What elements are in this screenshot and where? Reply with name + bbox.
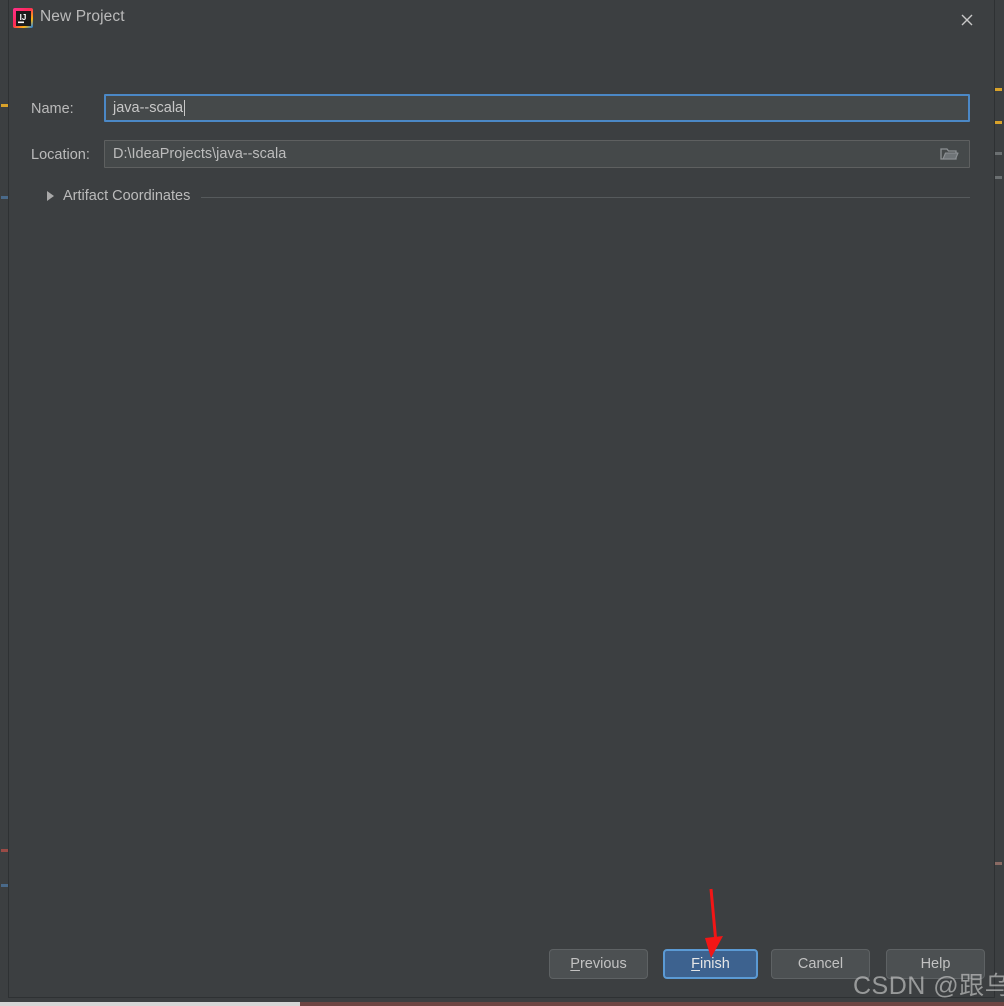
artifact-coordinates-label: Artifact Coordinates <box>63 188 191 204</box>
editor-marker <box>995 152 1002 155</box>
ide-bottom-light <box>0 1002 300 1006</box>
previous-button[interactable]: Previous <box>549 949 648 979</box>
ide-left-strip <box>0 0 9 1006</box>
help-button[interactable]: Help <box>886 949 985 979</box>
artifact-coordinates-section[interactable]: Artifact Coordinates <box>31 185 970 207</box>
svg-text:IJ: IJ <box>20 13 27 22</box>
chevron-right-icon <box>47 191 54 201</box>
editor-marker <box>995 176 1002 179</box>
editor-marker <box>995 121 1002 124</box>
location-label: Location: <box>31 147 90 163</box>
finish-mnemonic: F <box>691 956 701 972</box>
project-name-value: java--scala <box>113 100 184 116</box>
previous-mnemonic: P <box>570 956 580 972</box>
cancel-button-label: Cancel <box>797 956 844 972</box>
ide-bottom-strip <box>0 997 1004 1006</box>
project-location-value: D:\IdeaProjects\java--scala <box>113 146 287 162</box>
editor-marker <box>1 849 8 852</box>
editor-marker <box>1 196 8 199</box>
help-button-label: Help <box>920 956 951 972</box>
editor-marker <box>1 104 8 107</box>
ide-bottom-accent <box>300 1002 1004 1006</box>
close-icon[interactable] <box>948 3 986 33</box>
dialog-title: New Project <box>40 8 125 25</box>
name-label: Name: <box>31 101 74 117</box>
folder-icon[interactable] <box>929 141 969 167</box>
section-divider <box>201 196 970 198</box>
cancel-button[interactable]: Cancel <box>771 949 870 979</box>
project-name-input[interactable]: java--scala <box>104 94 970 122</box>
project-location-input[interactable]: D:\IdeaProjects\java--scala <box>104 140 970 168</box>
editor-marker <box>1 884 8 887</box>
finish-button[interactable]: Finish <box>663 949 758 979</box>
intellij-idea-icon: IJ <box>12 7 34 29</box>
editor-marker <box>995 88 1002 91</box>
ide-right-strip <box>993 0 1004 1006</box>
new-project-dialog: IJ New Project Name: java--scala Locatio… <box>9 0 994 997</box>
finish-button-label-rest: inish <box>700 956 730 972</box>
dialog-titlebar: IJ New Project <box>9 0 994 37</box>
editor-marker <box>995 862 1002 865</box>
screen: IJ New Project Name: java--scala Locatio… <box>0 0 1004 1006</box>
previous-button-label-rest: revious <box>579 956 627 972</box>
text-caret <box>184 100 186 116</box>
dialog-button-bar: Previous Finish Cancel Help <box>9 939 994 997</box>
